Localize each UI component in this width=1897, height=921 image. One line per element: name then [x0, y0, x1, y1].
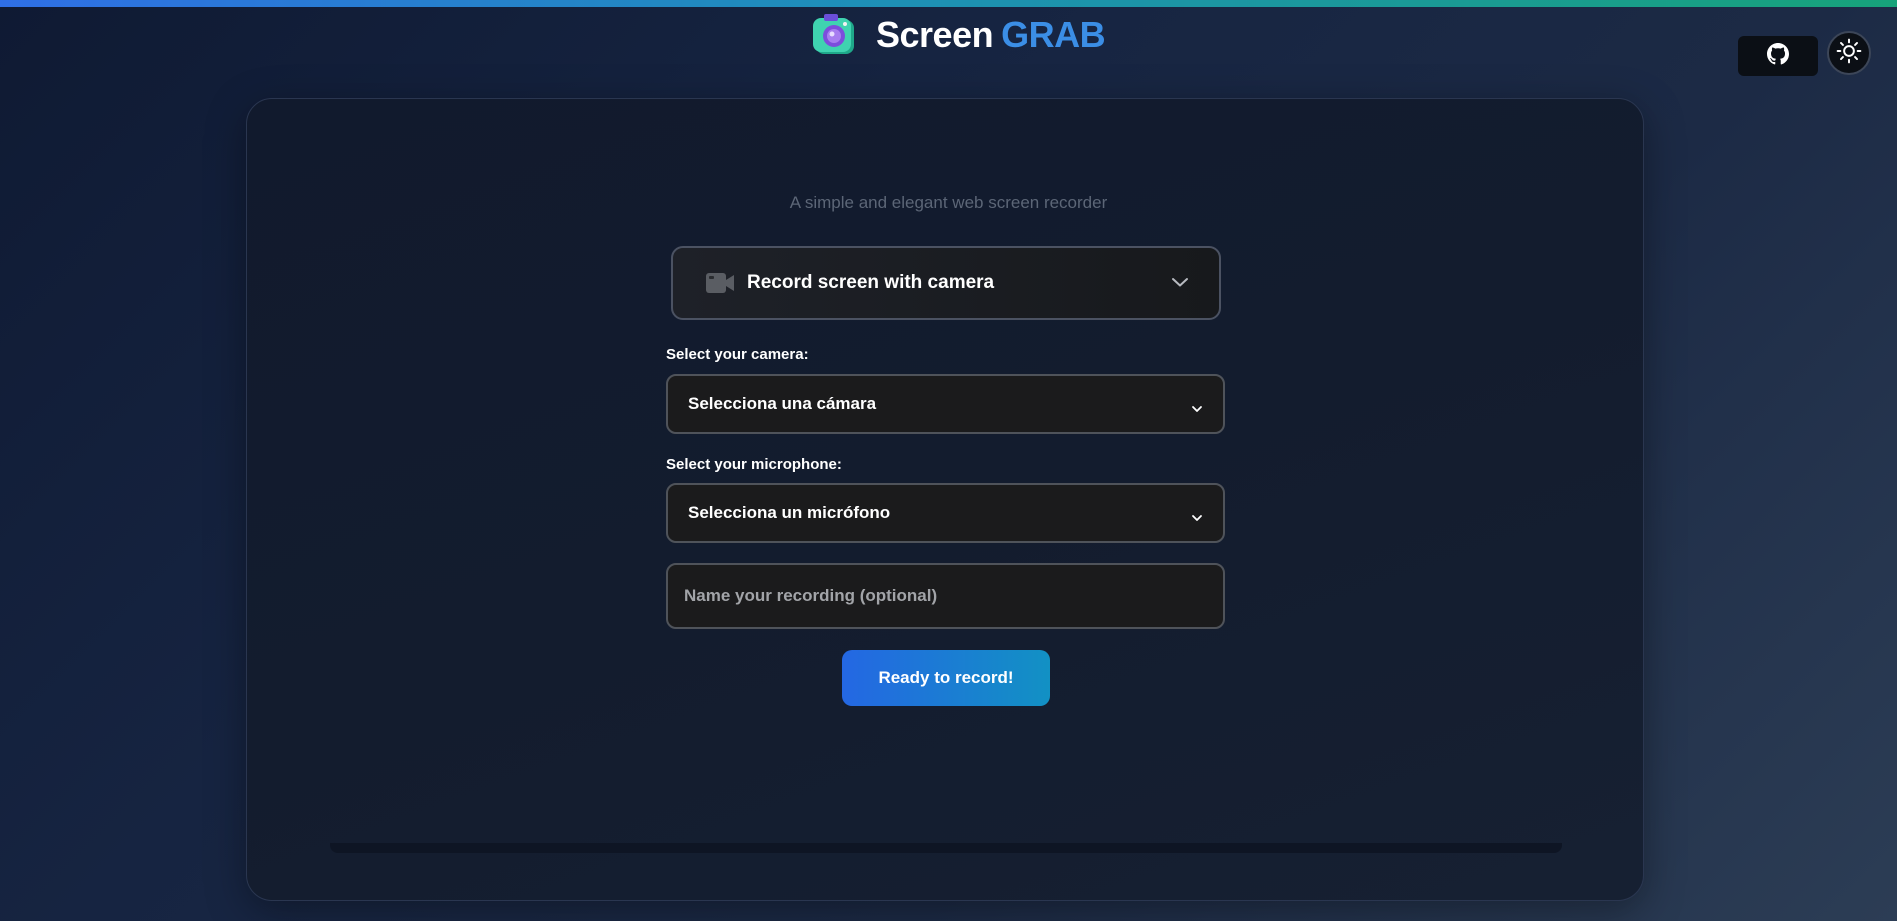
video-camera-icon — [705, 271, 735, 295]
app-title: Screen GRAB — [876, 14, 1106, 56]
github-button[interactable] — [1738, 36, 1818, 76]
recording-mode-select[interactable]: Record screen with camera — [671, 246, 1221, 320]
github-icon — [1767, 42, 1789, 70]
recording-name-input[interactable] — [666, 563, 1225, 629]
app-subtitle: A simple and elegant web screen recorder — [789, 193, 1108, 212]
chevron-down-icon — [1171, 275, 1189, 293]
theme-toggle-button[interactable] — [1827, 31, 1871, 75]
app-logo: Screen GRAB — [810, 10, 1106, 60]
camera-label: Select your camera: — [666, 346, 809, 363]
card-bottom-divider — [330, 843, 1562, 853]
camera-logo-icon — [810, 11, 858, 59]
microphone-select-value: Selecciona un micrófono — [688, 503, 891, 522]
sun-icon — [1836, 38, 1862, 69]
chevron-down-icon — [1191, 509, 1203, 527]
microphone-select[interactable]: Selecciona un micrófono — [666, 483, 1225, 543]
microphone-label: Select your microphone: — [666, 456, 842, 473]
app-title-screen: Screen — [876, 14, 994, 55]
chevron-down-icon — [1191, 400, 1203, 418]
app-title-grab: GRAB — [1001, 14, 1106, 55]
camera-select-value: Selecciona una cámara — [688, 394, 877, 413]
camera-select[interactable]: Selecciona una cámara — [666, 374, 1225, 434]
recording-mode-value: Record screen with camera — [747, 272, 995, 293]
top-gradient-bar — [0, 0, 1897, 7]
ready-to-record-button[interactable]: Ready to record! — [842, 650, 1050, 706]
